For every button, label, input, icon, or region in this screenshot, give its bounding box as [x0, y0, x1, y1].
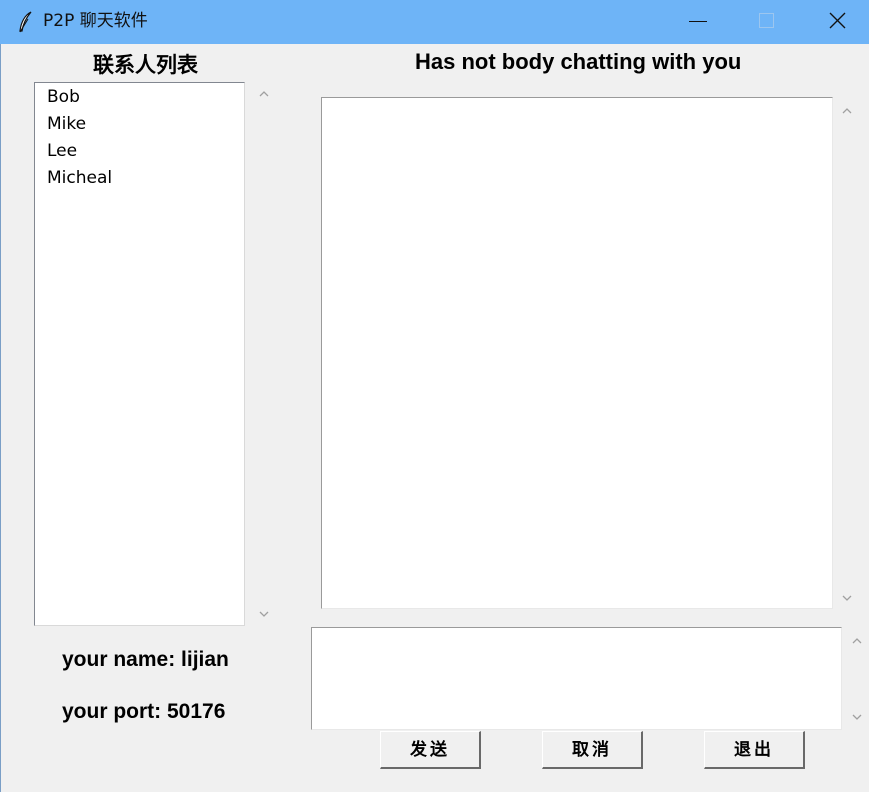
message-input[interactable] [311, 627, 842, 730]
minimize-button[interactable] [675, 0, 721, 44]
chat-status-heading: Has not body chatting with you [415, 49, 742, 74]
contact-item-mike[interactable]: Mike [47, 114, 86, 134]
title-bar[interactable]: P2P 聊天软件 [0, 0, 869, 44]
contact-item-micheal[interactable]: Micheal [47, 168, 112, 188]
minimize-icon [689, 21, 707, 22]
exit-button[interactable]: 退出 [704, 731, 805, 769]
maximize-button[interactable] [744, 0, 790, 44]
contacts-heading: 联系人列表 [93, 53, 198, 77]
send-button[interactable]: 发送 [380, 731, 481, 769]
contact-list[interactable]: Bob Mike Lee Micheal [34, 82, 245, 626]
contact-list-scrollbar[interactable] [254, 82, 274, 626]
maximize-icon [759, 13, 774, 28]
scroll-up-icon[interactable] [258, 90, 270, 98]
window-left-border [0, 44, 1, 792]
message-input-scrollbar[interactable] [847, 627, 867, 730]
close-icon [829, 12, 846, 29]
scroll-down-icon[interactable] [258, 610, 270, 618]
scroll-down-icon[interactable] [841, 594, 853, 602]
user-name-label: your name: lijian [62, 648, 229, 671]
chat-history-area[interactable] [321, 97, 833, 609]
feather-icon [19, 11, 32, 33]
contact-item-bob[interactable]: Bob [47, 87, 80, 107]
contact-item-lee[interactable]: Lee [47, 141, 77, 161]
user-port-label: your port: 50176 [62, 700, 226, 723]
scroll-up-icon[interactable] [841, 107, 853, 115]
close-button[interactable] [814, 0, 860, 44]
chat-history-scrollbar[interactable] [837, 97, 857, 609]
window-title: P2P 聊天软件 [43, 11, 148, 31]
scroll-down-icon[interactable] [851, 713, 863, 721]
cancel-button[interactable]: 取消 [542, 731, 643, 769]
scroll-up-icon[interactable] [851, 637, 863, 645]
